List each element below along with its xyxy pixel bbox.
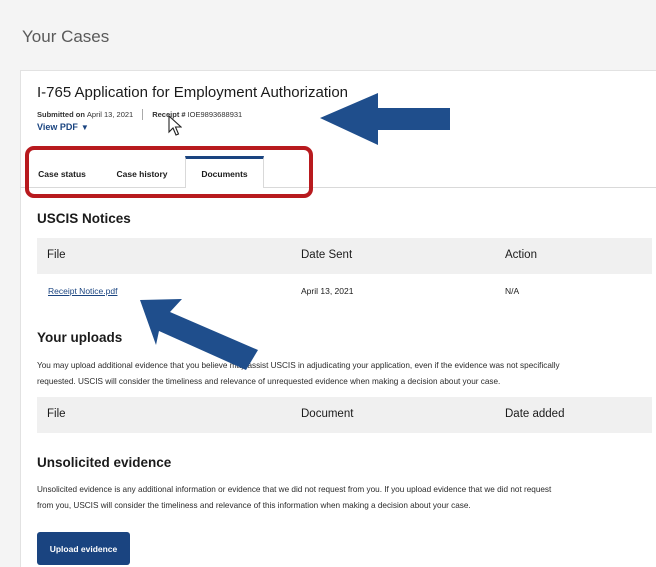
- annotation-arrows: [140, 93, 450, 370]
- arrow-to-receipt-notice-icon: [140, 299, 258, 370]
- arrow-to-receipt-icon: [320, 93, 450, 145]
